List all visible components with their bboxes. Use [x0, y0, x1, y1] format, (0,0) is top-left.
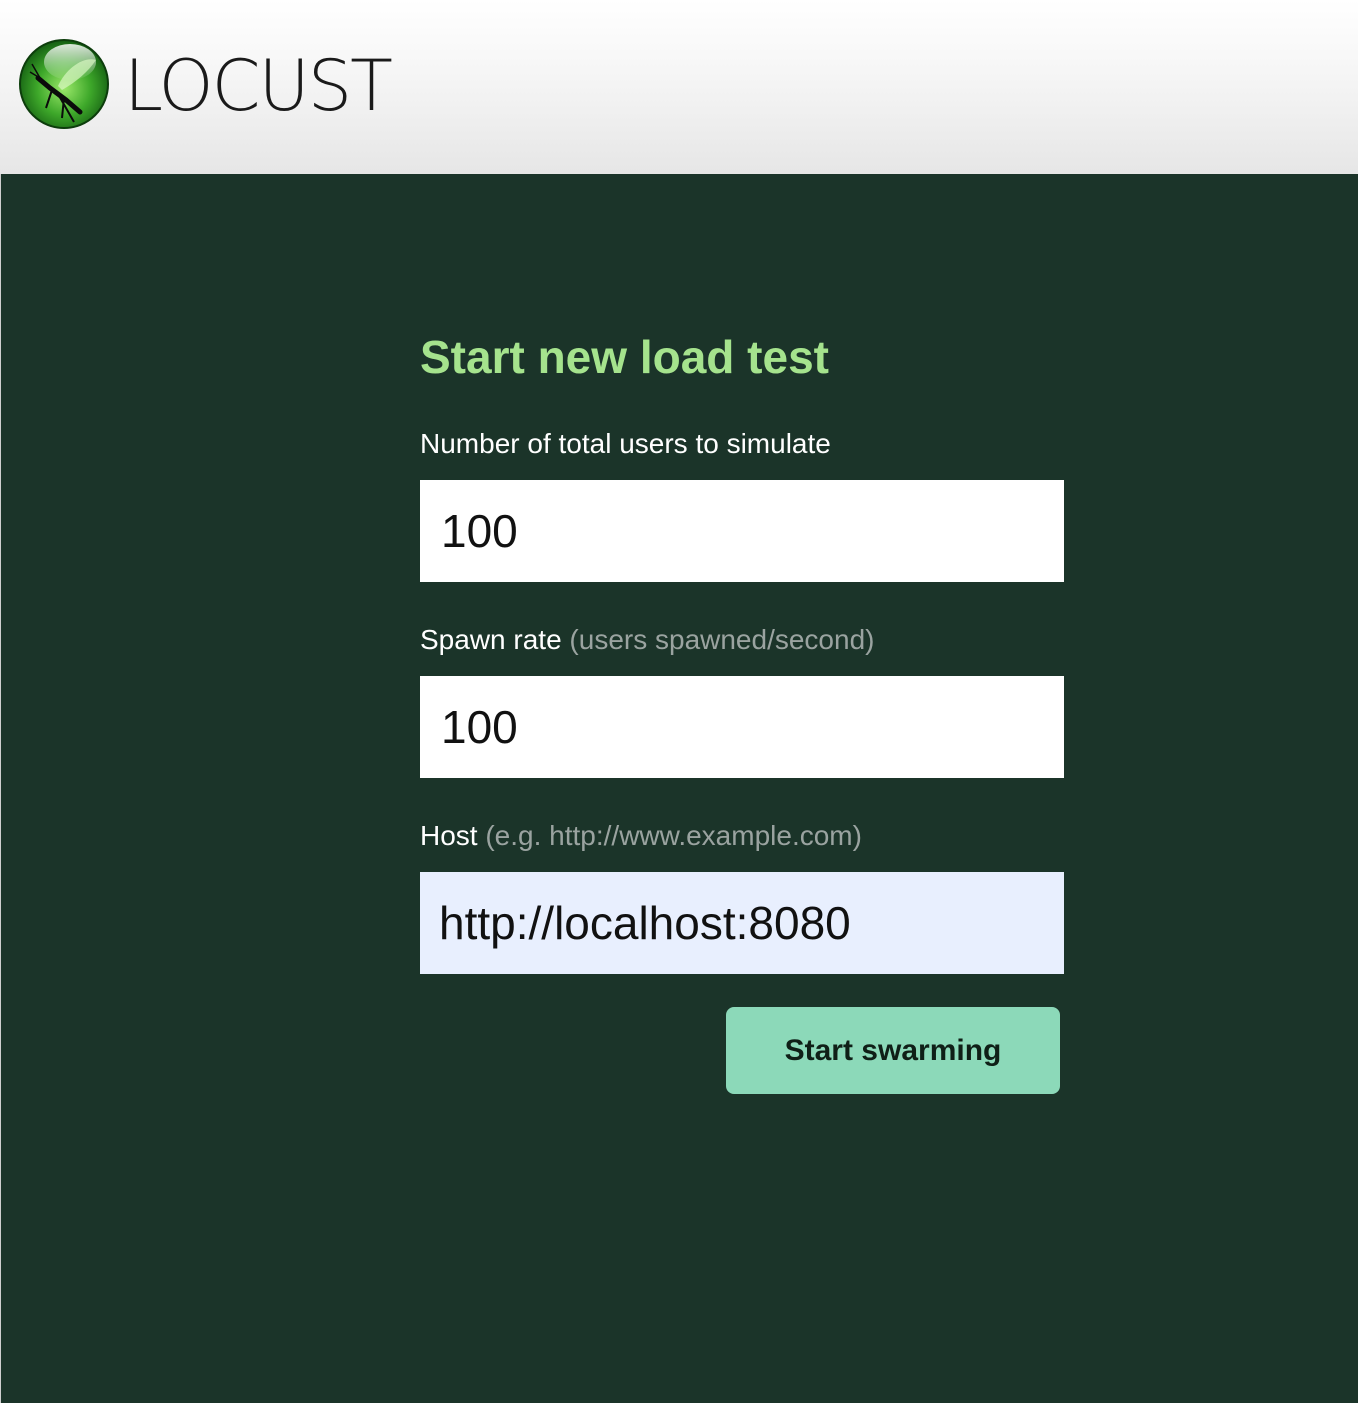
host-hint: (e.g. http://www.example.com) — [485, 820, 862, 851]
spawn-rate-label-text: Spawn rate — [420, 624, 562, 655]
users-label: Number of total users to simulate — [420, 430, 1064, 458]
host-input[interactable] — [420, 872, 1064, 974]
host-label: Host (e.g. http://www.example.com) — [420, 822, 1064, 850]
form-title: Start new load test — [420, 331, 829, 383]
start-swarming-button[interactable]: Start swarming — [726, 1007, 1060, 1094]
header: LOCUST — [0, 0, 1358, 174]
main-panel: Start new load test Number of total user… — [0, 174, 1358, 1403]
users-label-text: Number of total users to simulate — [420, 428, 831, 459]
host-label-text: Host — [420, 820, 478, 851]
new-test-form: Start new load test Number of total user… — [420, 331, 1064, 1094]
locust-logo-icon — [19, 39, 109, 129]
spawn-rate-hint: (users spawned/second) — [569, 624, 875, 655]
logo[interactable]: LOCUST — [18, 38, 393, 130]
app-name: LOCUST — [124, 45, 393, 127]
users-input[interactable] — [420, 480, 1064, 582]
spawn-rate-label: Spawn rate (users spawned/second) — [420, 626, 1064, 654]
spawn-rate-input[interactable] — [420, 676, 1064, 778]
